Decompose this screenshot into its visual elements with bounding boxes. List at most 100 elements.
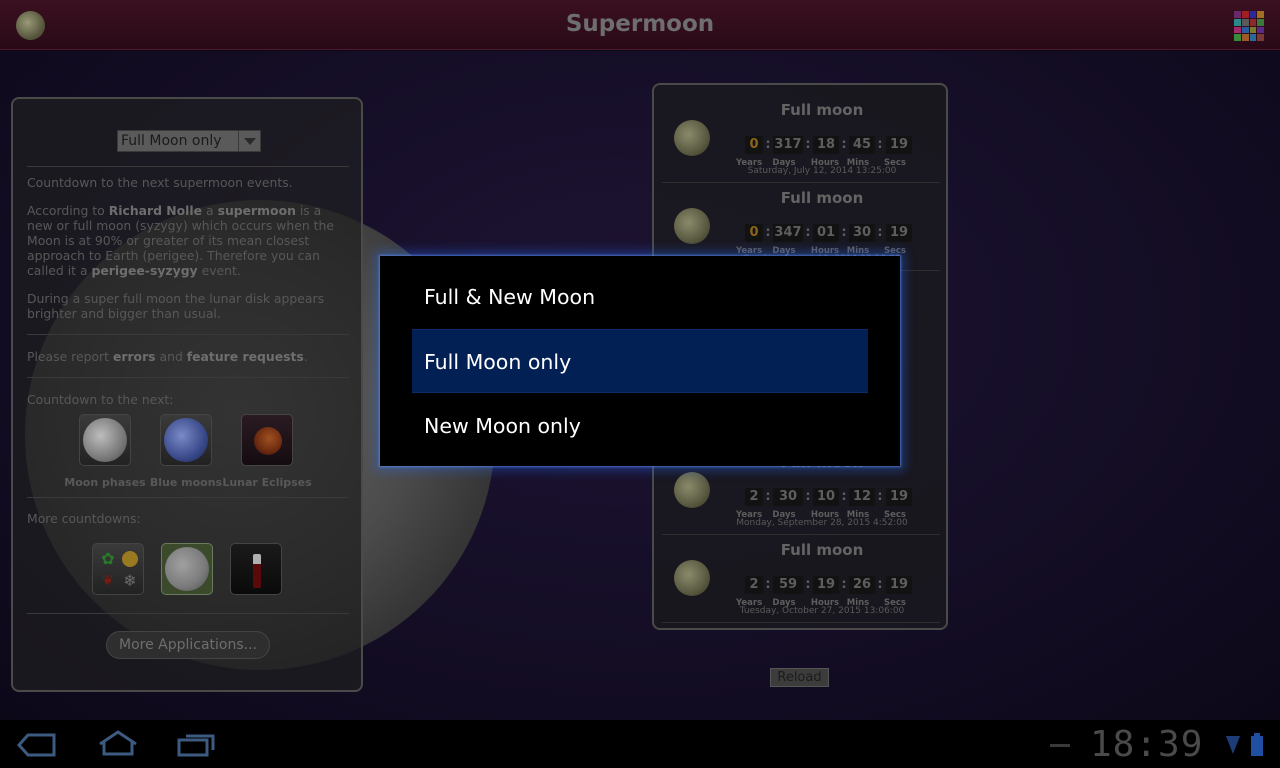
countdown-timer: 0 Years:347 Days:01 Hours:30 Mins:19 Secs	[734, 207, 914, 256]
app-grid-icon[interactable]	[1234, 11, 1264, 41]
chevron-down-icon	[238, 131, 260, 151]
blue-moon-icon	[164, 418, 208, 462]
countdown-unit-label: Mins	[846, 246, 870, 256]
description-text: During a super full moon the lunar disk …	[27, 291, 325, 321]
countdown-value: 30	[773, 488, 803, 506]
lunar-eclipses-button[interactable]	[241, 414, 293, 466]
countdown-value: 45	[849, 136, 875, 154]
feature-requests-link[interactable]: feature requests	[187, 349, 304, 364]
intro-text: Countdown to the next supermoon events.	[27, 175, 293, 190]
countdown-timer: 2 Years:59 Days:19 Hours:26 Mins:19 Secs	[734, 559, 914, 608]
countdown-separator: :	[805, 137, 811, 152]
countdown-value: 26	[849, 576, 875, 594]
errors-link[interactable]: errors	[113, 349, 156, 364]
seasons-countdown-button[interactable]: ✿ ❦ ❄	[92, 543, 144, 595]
full-moon-icon	[674, 208, 710, 244]
countdown-value: 0	[745, 224, 763, 242]
divider	[27, 334, 349, 335]
recent-apps-icon[interactable]	[176, 731, 218, 757]
countdown-unit-label: Hours	[810, 246, 840, 256]
countdown-unit-label: Secs	[884, 246, 906, 256]
home-icon[interactable]	[96, 728, 140, 758]
countdown-value: 0	[745, 136, 763, 154]
system-clock: 18:39	[1090, 724, 1204, 765]
countdown-title: Full moon	[780, 541, 864, 559]
countdown-value: 19	[886, 136, 912, 154]
candle-countdown-button[interactable]	[230, 543, 282, 595]
lunar-eclipses-label: Lunar Eclipses	[222, 476, 312, 489]
countdown-separator: :	[841, 225, 847, 240]
countdown-unit-label: Mins	[846, 158, 870, 168]
countdown-title: Full moon	[780, 101, 864, 119]
countdown-unit-label: Days	[772, 246, 796, 256]
countdown-value: 19	[886, 488, 912, 506]
app-title: Supermoon	[565, 11, 715, 37]
full-moon-icon	[674, 472, 710, 508]
blue-moons-button[interactable]	[160, 414, 212, 466]
divider	[27, 497, 349, 498]
countdown-value: 12	[849, 488, 875, 506]
countdown-unit-label: Days	[772, 158, 796, 168]
moon-type-dialog: Full & New Moon Full Moon only New Moon …	[380, 256, 900, 466]
countdown-timer: 2 Years:30 Days:10 Hours:12 Mins:19 Secs	[734, 471, 914, 520]
moon-phases-icon	[83, 418, 127, 462]
full-moon-icon	[674, 560, 710, 596]
divider	[27, 166, 349, 167]
countdown-unit-label: Hours	[810, 598, 840, 608]
countdown-timer: 0 Years:317 Days:18 Hours:45 Mins:19 Secs	[734, 119, 914, 168]
divider	[27, 377, 349, 378]
countdown-value: 317	[773, 136, 803, 154]
notification-dash-icon	[1050, 744, 1070, 747]
golf-countdown-button[interactable]	[161, 543, 213, 595]
countdown-separator: :	[805, 577, 811, 592]
action-bar: Supermoon	[0, 0, 1280, 50]
countdown-heading: Countdown to the next:	[27, 392, 174, 407]
countdown-separator: :	[877, 225, 883, 240]
countdown-value: 2	[745, 488, 763, 506]
countdown-value: 19	[813, 576, 839, 594]
countdown-value: 19	[886, 224, 912, 242]
countdown-separator: :	[765, 577, 771, 592]
countdown-separator: :	[765, 489, 771, 504]
countdown-separator: :	[841, 137, 847, 152]
countdown-unit-label: Mins	[846, 598, 870, 608]
info-panel: Full Moon only Countdown to the next sup…	[11, 97, 363, 692]
countdown-separator: :	[765, 137, 771, 152]
battery-icon	[1251, 733, 1263, 756]
countdown-unit-label: Mins	[846, 510, 870, 520]
golf-ball-icon	[165, 547, 209, 591]
back-icon[interactable]	[16, 732, 58, 758]
more-countdowns-heading: More countdowns:	[27, 511, 141, 526]
moon-type-select-value: Full Moon only	[121, 133, 222, 149]
countdown-separator: :	[805, 489, 811, 504]
countdown-value: 59	[773, 576, 803, 594]
lunar-eclipse-icon	[254, 427, 282, 455]
countdown-unit-label: Years	[736, 598, 763, 608]
seasons-icon: ✿ ❦ ❄	[101, 549, 138, 590]
countdown-unit-label: Secs	[884, 510, 906, 520]
system-bar: 18:39	[0, 720, 1280, 768]
moon-phases-button[interactable]	[79, 414, 131, 466]
option-full-moon-only[interactable]: Full Moon only	[412, 329, 868, 393]
definition-text: According to Richard Nolle a supermoon i…	[27, 203, 334, 278]
countdown-separator: :	[765, 225, 771, 240]
countdown-separator: :	[805, 225, 811, 240]
countdown-value: 19	[886, 576, 912, 594]
countdown-separator: :	[877, 489, 883, 504]
countdown-value: 18	[813, 136, 839, 154]
countdown-unit-label: Years	[736, 246, 763, 256]
more-applications-button[interactable]: More Applications...	[106, 631, 270, 659]
option-new-moon-only[interactable]: New Moon only	[412, 394, 868, 458]
countdown-value: 2	[745, 576, 763, 594]
reload-button[interactable]: Reload	[770, 668, 829, 687]
countdown-separator: :	[841, 489, 847, 504]
countdown-value: 347	[773, 224, 803, 242]
countdown-separator: :	[877, 137, 883, 152]
countdown-unit-label: Days	[772, 510, 796, 520]
moon-type-select[interactable]: Full Moon only	[117, 130, 261, 152]
countdown-value: 30	[849, 224, 875, 242]
countdown-unit-label: Hours	[810, 510, 840, 520]
divider	[27, 613, 349, 614]
countdown-value: 10	[813, 488, 839, 506]
option-full-and-new-moon[interactable]: Full & New Moon	[412, 265, 868, 329]
